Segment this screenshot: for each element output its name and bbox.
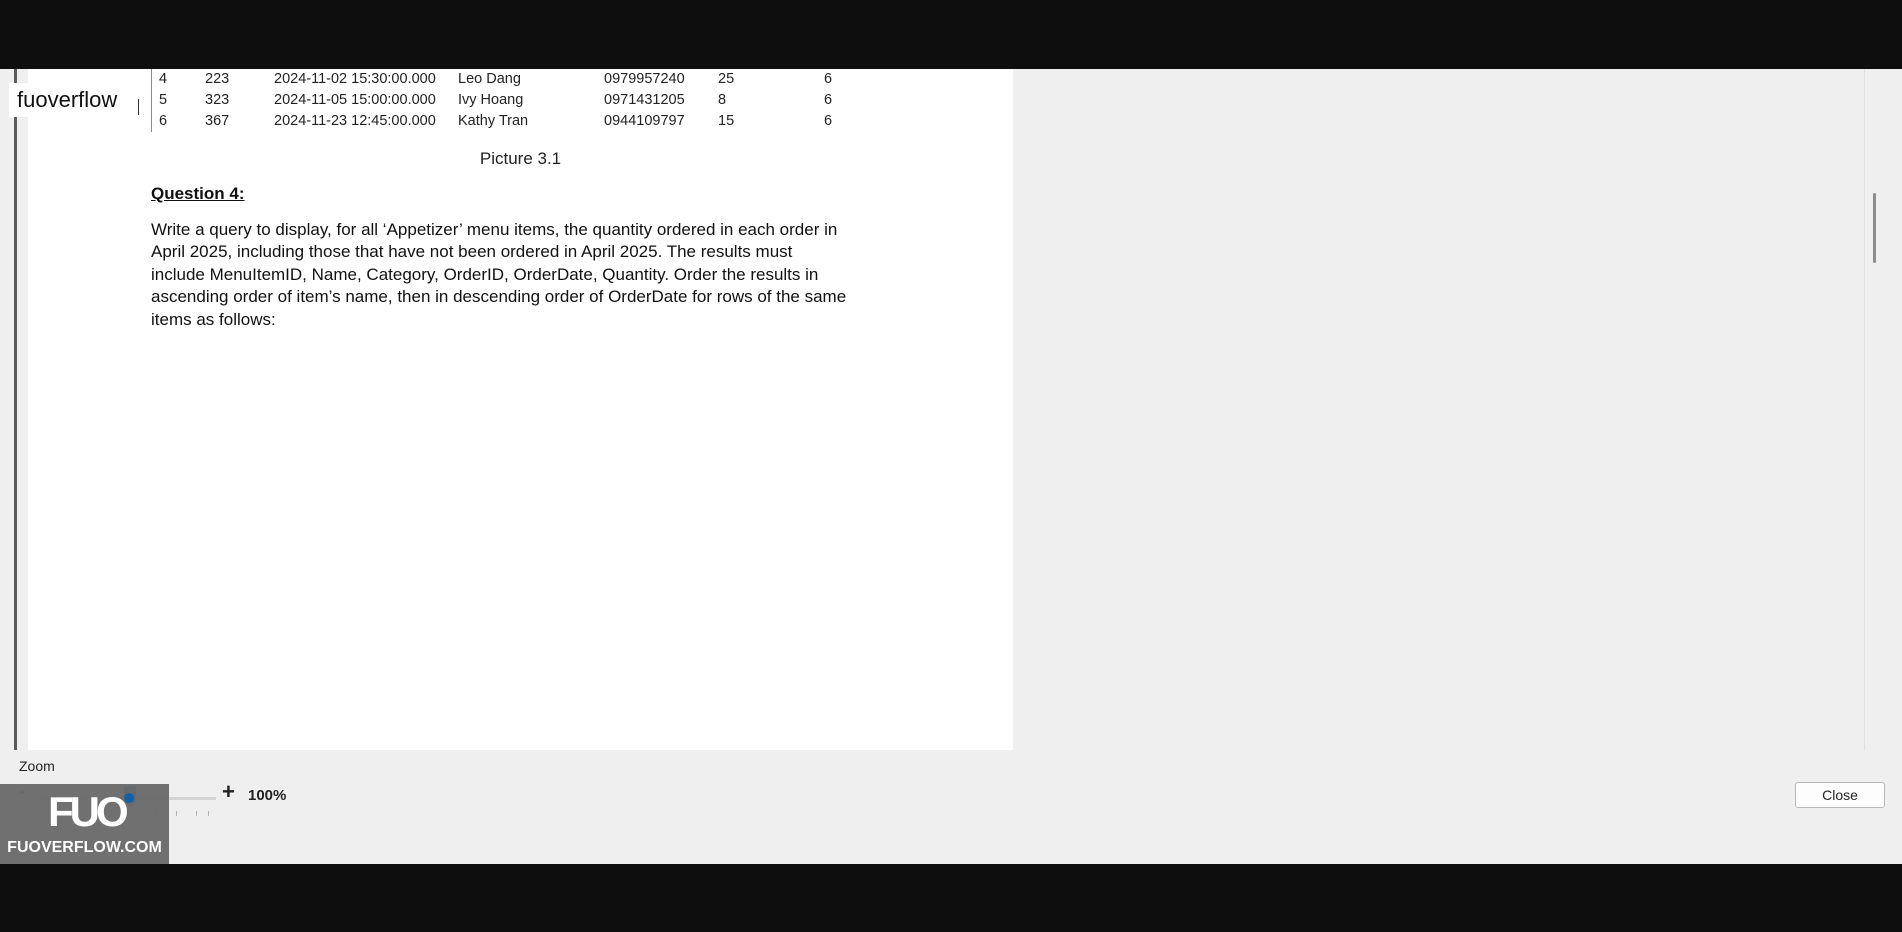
table-cell: 367 bbox=[205, 113, 230, 129]
table-cell: 25 bbox=[718, 71, 735, 87]
zoom-tick bbox=[196, 811, 197, 816]
question-line: include MenuItemID, Name, Category, Orde… bbox=[151, 264, 819, 284]
watermark: FUO FUOVERFLOW.COM bbox=[0, 784, 169, 864]
app-label: fuoverflow bbox=[9, 83, 137, 117]
viewport-left-border bbox=[14, 69, 17, 750]
table-cell: 0979957240 bbox=[604, 71, 685, 87]
vertical-scrollbar-thumb[interactable] bbox=[1873, 193, 1876, 263]
table-cell: 4 bbox=[159, 71, 168, 87]
table-cell: 2024-11-23 12:45:00.000 bbox=[274, 113, 436, 129]
table-cell: 2024-11-02 15:30:00.000 bbox=[274, 71, 436, 87]
table-cell: Leo Dang bbox=[458, 71, 521, 87]
table-cell: 223 bbox=[205, 71, 230, 87]
document-page: 4 223 2024-11-02 15:30:00.000 Leo Dang 09799… bbox=[28, 69, 1013, 750]
table-cell: 0971431205 bbox=[604, 92, 685, 108]
result-table: 4 223 2024-11-02 15:30:00.000 Leo Dang 09799… bbox=[151, 69, 892, 132]
zoom-value: 100% bbox=[248, 787, 287, 804]
text-caret bbox=[138, 99, 139, 115]
question-line: ascending order of item’s name, then in … bbox=[151, 287, 847, 307]
table-cell: Kathy Tran bbox=[458, 113, 529, 129]
table-cell: 8 bbox=[718, 92, 727, 108]
table-cell: 6 bbox=[824, 71, 833, 87]
table-cell: 6 bbox=[159, 113, 168, 129]
table-cell: 2024-11-05 15:00:00.000 bbox=[274, 92, 436, 108]
table-cell: 6 bbox=[824, 92, 833, 108]
zoom-tick bbox=[208, 811, 209, 816]
close-button[interactable]: Close bbox=[1795, 782, 1885, 808]
question-line: April 2025, including those that have no… bbox=[151, 242, 793, 262]
table-cell: 5 bbox=[159, 92, 168, 108]
question-text: Write a query to display, for all ‘Appet… bbox=[151, 219, 911, 331]
zoom-in-button[interactable]: + bbox=[222, 779, 235, 805]
table-cell: 15 bbox=[718, 113, 735, 129]
table-row: 6 367 2024-11-23 12:45:00.000 Kathy Tran 094… bbox=[152, 111, 892, 132]
zoom-tick bbox=[176, 811, 177, 816]
vertical-scrollbar[interactable] bbox=[1864, 69, 1902, 750]
question-line: Write a query to display, for all ‘Appet… bbox=[151, 220, 838, 239]
zoom-label: Zoom bbox=[19, 758, 55, 774]
watermark-dot-icon bbox=[124, 793, 134, 803]
table-cell: Ivy Hoang bbox=[458, 92, 524, 108]
question-line: items as follows: bbox=[151, 309, 276, 329]
watermark-logo: FUO bbox=[48, 788, 129, 835]
table-cell: 323 bbox=[205, 92, 230, 108]
picture-caption: Picture 3.1 bbox=[479, 149, 562, 168]
table-row: 5 323 2024-11-05 15:00:00.000 Ivy Hoang 0971… bbox=[152, 90, 892, 111]
question-heading: Question 4: bbox=[151, 184, 245, 203]
table-cell: 0944109797 bbox=[604, 113, 685, 129]
watermark-text: FUOVERFLOW.COM bbox=[7, 839, 162, 856]
table-cell: 6 bbox=[824, 113, 833, 129]
table-row: 4 223 2024-11-02 15:30:00.000 Leo Dang 09799… bbox=[152, 69, 892, 90]
document-viewport[interactable]: 4 223 2024-11-02 15:30:00.000 Leo Dang 09799… bbox=[0, 69, 1902, 750]
viewer-window: 4 223 2024-11-02 15:30:00.000 Leo Dang 09799… bbox=[0, 69, 1902, 864]
